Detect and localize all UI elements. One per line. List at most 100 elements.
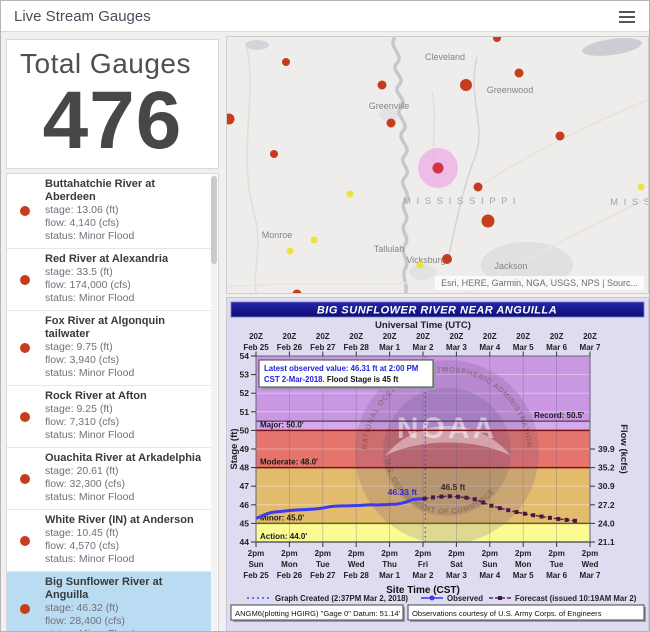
svg-text:Mar 1: Mar 1 <box>379 343 400 352</box>
gauge-list-item[interactable]: Rock River at Aftonstage: 9.25 (ft)flow:… <box>7 385 211 447</box>
svg-text:Feb 25: Feb 25 <box>243 571 269 580</box>
svg-text:Feb 26: Feb 26 <box>277 571 303 580</box>
svg-text:Action: 44.0': Action: 44.0' <box>260 532 307 541</box>
svg-text:2pm: 2pm <box>381 549 397 558</box>
gauge-marker-red[interactable] <box>270 150 278 158</box>
chart-title-bar: BIG SUNFLOWER RIVER NEAR ANGUILLA <box>231 302 644 317</box>
gauge-flow: flow: 4,570 (cfs) <box>45 540 205 553</box>
gauge-name: Buttahatchie River at Aberdeen <box>45 178 205 204</box>
gauge-name: Ouachita River at Arkadelphia <box>45 452 205 465</box>
svg-text:Record: 50.5': Record: 50.5' <box>534 411 584 420</box>
gauge-status-dot <box>20 412 30 422</box>
gauge-list-item[interactable]: Red River at Alexandriastage: 33.5 (ft)f… <box>7 248 211 310</box>
gauge-flow: flow: 7,310 (cfs) <box>45 416 205 429</box>
svg-text:Fri: Fri <box>418 560 428 569</box>
svg-text:2pm: 2pm <box>582 549 598 558</box>
gauge-marker-yellow[interactable] <box>347 191 354 198</box>
svg-text:2pm: 2pm <box>348 549 364 558</box>
map-canvas[interactable]: ClevelandGreenwoodGreenvilleMonroeTallul… <box>227 37 649 294</box>
gauge-flow: flow: 28,400 (cfs) <box>45 615 205 628</box>
svg-text:Mar 5: Mar 5 <box>513 343 534 352</box>
gauge-list-item[interactable]: Fox River at Algonquin tailwaterstage: 9… <box>7 310 211 385</box>
gauge-list-item[interactable]: Ouachita River at Arkadelphiastage: 20.6… <box>7 447 211 509</box>
gauge-flow: flow: 174,000 (cfs) <box>45 279 205 292</box>
list-scrollbar[interactable] <box>211 175 217 632</box>
svg-text:Mar 6: Mar 6 <box>546 343 567 352</box>
gauge-flow: flow: 3,940 (cfs) <box>45 354 205 367</box>
gauge-status: status: Minor Flood <box>45 553 205 566</box>
gauge-marker-red[interactable] <box>282 58 290 66</box>
svg-text:Thu: Thu <box>382 560 397 569</box>
svg-text:2pm: 2pm <box>515 549 531 558</box>
total-gauges-title: Total Gauges <box>7 40 218 80</box>
svg-text:54: 54 <box>240 351 250 361</box>
chart-footer-box: ANGM6(plotting HGIRG) "Gage 0" Datum: 51… <box>231 605 405 622</box>
latest-observed-annotation: Latest observed value: 46.31 ft at 2:00 … <box>259 360 436 390</box>
gauge-marker-yellow[interactable] <box>638 184 645 191</box>
svg-text:NOAA: NOAA <box>397 412 497 445</box>
svg-text:2pm: 2pm <box>448 549 464 558</box>
gauge-status: status: Minor Flood <box>45 367 205 380</box>
gauge-list: Buttahatchie River at Aberdeenstage: 13.… <box>7 174 211 632</box>
svg-text:46: 46 <box>240 500 250 510</box>
svg-text:44: 44 <box>240 537 250 547</box>
city-label: Jackson <box>494 261 527 271</box>
svg-text:20Z: 20Z <box>550 332 564 341</box>
hamburger-bar <box>619 21 635 23</box>
svg-text:20Z: 20Z <box>316 332 330 341</box>
gauge-marker-red[interactable] <box>460 79 472 91</box>
gauge-marker-red[interactable] <box>378 81 387 90</box>
gauge-marker-yellow[interactable] <box>417 262 424 269</box>
gauge-status: status: Minor Flood <box>45 628 205 632</box>
gauge-name: Red River at Alexandria <box>45 253 205 266</box>
gauge-list-item[interactable]: White River (IN) at Andersonstage: 10.45… <box>7 509 211 571</box>
hydrograph-chart: BIG SUNFLOWER RIVER NEAR ANGUILLAUnivers… <box>227 298 648 632</box>
gauge-stage: stage: 33.5 (ft) <box>45 266 205 279</box>
svg-text:20Z: 20Z <box>249 332 263 341</box>
svg-text:39.9: 39.9 <box>598 444 615 454</box>
app-title: Live Stream Gauges <box>14 8 151 25</box>
svg-text:Tue: Tue <box>316 560 330 569</box>
svg-text:Mar 7: Mar 7 <box>580 571 601 580</box>
svg-text:Mar 2: Mar 2 <box>413 571 434 580</box>
svg-text:Sun: Sun <box>482 560 497 569</box>
gauge-marker-red[interactable] <box>474 183 483 192</box>
svg-text:Mar 4: Mar 4 <box>479 571 500 580</box>
svg-text:2pm: 2pm <box>315 549 331 558</box>
gauge-marker-yellow[interactable] <box>311 237 318 244</box>
svg-text:49: 49 <box>240 444 250 454</box>
state-label: M I S S I S S I P P I <box>403 196 517 207</box>
gauge-marker-red[interactable] <box>387 119 396 128</box>
gauge-marker-red[interactable] <box>482 215 495 228</box>
selected-gauge-marker[interactable] <box>433 163 444 174</box>
gauge-flow: flow: 4,140 (cfs) <box>45 217 205 230</box>
svg-text:2pm: 2pm <box>281 549 297 558</box>
gauge-name: Fox River at Algonquin tailwater <box>45 315 205 341</box>
city-label: Monroe <box>262 230 293 240</box>
lake-shape <box>245 40 269 50</box>
gauge-marker-red[interactable] <box>556 132 565 141</box>
gauge-marker-yellow[interactable] <box>287 248 294 255</box>
gauge-flow: flow: 32,300 (cfs) <box>45 478 205 491</box>
total-gauges-value: 476 <box>7 80 218 162</box>
svg-text:Forecast (issued 10:19AM Mar 2: Forecast (issued 10:19AM Mar 2) <box>515 594 637 603</box>
hydrograph-panel: BIG SUNFLOWER RIVER NEAR ANGUILLAUnivers… <box>226 297 649 632</box>
gauge-status-dot <box>20 604 30 614</box>
gauge-name: White River (IN) at Anderson <box>45 514 205 527</box>
svg-text:20Z: 20Z <box>383 332 397 341</box>
svg-text:20Z: 20Z <box>283 332 297 341</box>
scrollbar-thumb[interactable] <box>211 176 217 264</box>
svg-text:Mon: Mon <box>515 560 532 569</box>
svg-text:Moderate: 48.0': Moderate: 48.0' <box>260 458 318 467</box>
hamburger-menu-icon[interactable] <box>615 7 639 27</box>
map-panel[interactable]: ClevelandGreenwoodGreenvilleMonroeTallul… <box>226 36 649 294</box>
gauge-status-dot <box>20 343 30 353</box>
gauge-marker-red[interactable] <box>515 69 524 78</box>
svg-text:Mar 3: Mar 3 <box>446 571 467 580</box>
gauge-list-item[interactable]: Big Sunflower River at Anguillastage: 46… <box>7 571 211 632</box>
svg-text:ANGM6(plotting HGIRG) "Gage 0": ANGM6(plotting HGIRG) "Gage 0" Datum: 51… <box>235 609 401 618</box>
point-label: 46.33 ft <box>388 487 417 497</box>
gauge-list-item[interactable]: Buttahatchie River at Aberdeenstage: 13.… <box>7 174 211 248</box>
svg-text:53: 53 <box>240 370 250 380</box>
gauge-marker-red[interactable] <box>442 254 452 264</box>
